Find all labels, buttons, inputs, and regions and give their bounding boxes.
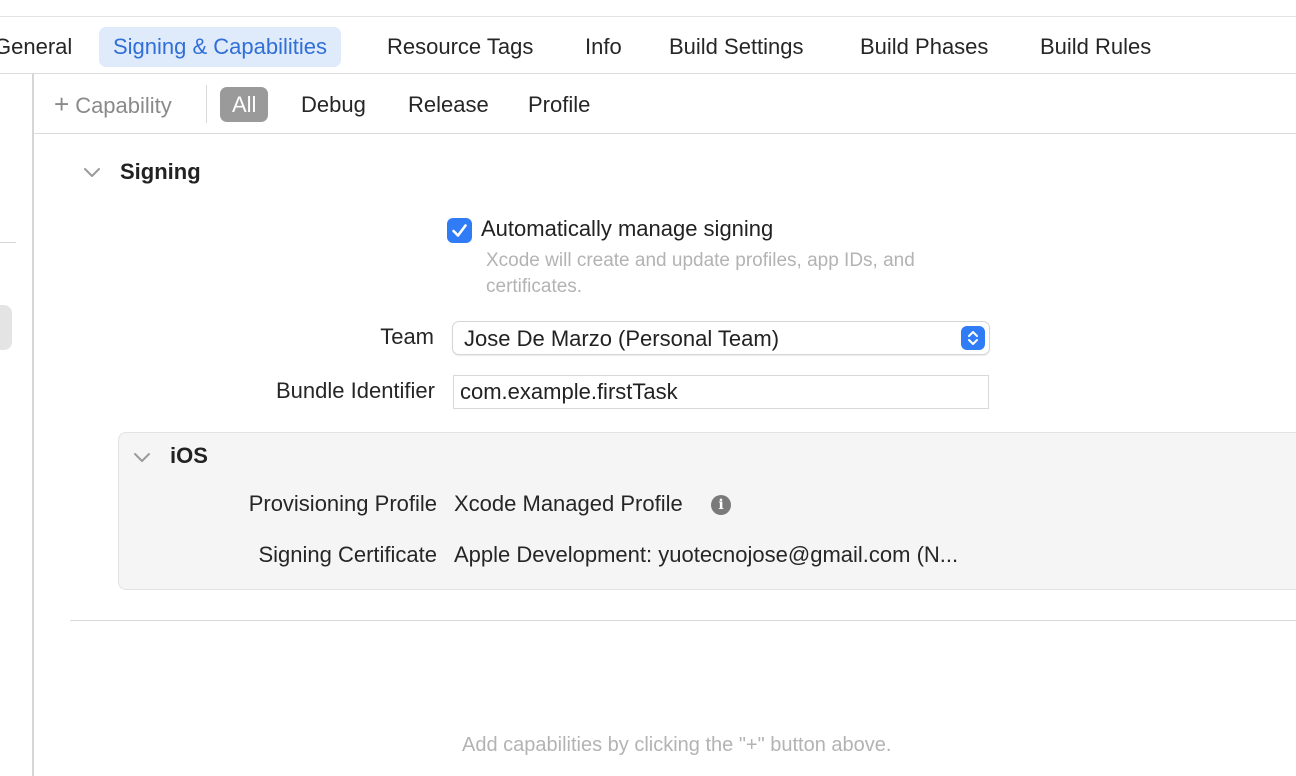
xcode-signing-editor: General Signing & Capabilities Resource … (0, 0, 1296, 776)
filter-release[interactable]: Release (396, 87, 501, 122)
auto-manage-signing-checkbox[interactable] (447, 218, 472, 243)
auto-manage-signing-label: Automatically manage signing (481, 216, 774, 241)
tab-resource-tags[interactable]: Resource Tags (373, 27, 547, 67)
tab-signing-capabilities[interactable]: Signing & Capabilities (99, 27, 342, 67)
tab-info[interactable]: Info (571, 27, 636, 67)
signing-certificate-value: Apple Development: yuotecnojose@gmail.co… (454, 542, 959, 567)
ios-section-title: iOS (170, 443, 208, 468)
sidebar-divider[interactable] (32, 74, 34, 776)
plus-icon: + (54, 89, 70, 119)
add-capability-label: Capability (75, 93, 172, 118)
sidebar-selected-item[interactable] (0, 305, 12, 350)
add-capability-button[interactable]: + Capability (54, 88, 172, 120)
tab-build-rules[interactable]: Build Rules (1026, 27, 1165, 67)
bundle-identifier-field[interactable] (453, 375, 989, 409)
section-separator (70, 620, 1296, 621)
tab-build-phases[interactable]: Build Phases (846, 27, 1002, 67)
info-icon[interactable]: i (711, 495, 731, 515)
provisioning-profile-value: Xcode Managed Profile (454, 491, 683, 516)
tab-general[interactable]: General (0, 27, 86, 67)
tab-build-settings[interactable]: Build Settings (655, 27, 818, 67)
chevron-down-icon[interactable] (83, 163, 101, 181)
checkmark-icon (452, 224, 467, 237)
filter-all[interactable]: All (220, 87, 269, 122)
signing-section-title: Signing (120, 159, 201, 184)
team-popup-button[interactable]: Jose De Marzo (Personal Team) (452, 321, 990, 355)
toolbar-separator (206, 85, 207, 123)
auto-manage-signing-description: Xcode will create and update profiles, a… (486, 250, 915, 297)
capability-toolbar: + Capability All Debug Release Profile (34, 74, 1296, 134)
chevron-down-icon[interactable] (133, 448, 151, 466)
provisioning-profile-label: Provisioning Profile (248, 491, 437, 516)
team-value: Jose De Marzo (Personal Team) (464, 326, 780, 351)
team-label: Team (380, 324, 434, 349)
filter-debug[interactable]: Debug (289, 87, 378, 122)
signing-certificate-label: Signing Certificate (258, 542, 437, 567)
editor-tab-bar: General Signing & Capabilities Resource … (0, 16, 1296, 74)
sidebar-separator (0, 242, 16, 243)
filter-profile[interactable]: Profile (516, 87, 602, 122)
bundle-identifier-label: Bundle Identifier (276, 378, 435, 403)
popup-stepper-icon (961, 326, 985, 350)
empty-capabilities-hint: Add capabilities by clicking the "+" but… (462, 734, 892, 756)
